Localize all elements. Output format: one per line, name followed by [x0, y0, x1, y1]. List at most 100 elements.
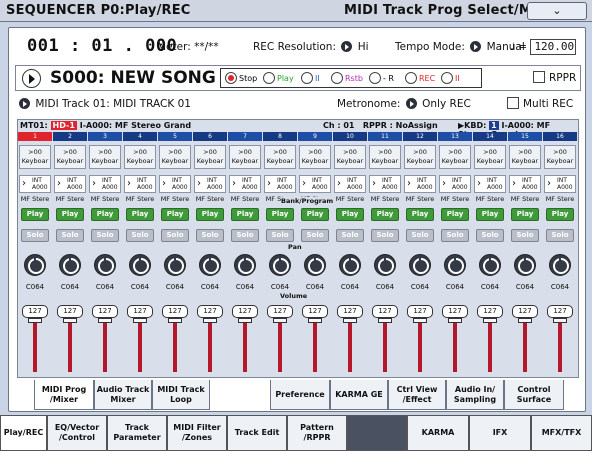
solo-button[interactable]: Solo — [336, 229, 364, 242]
fader-handle[interactable] — [273, 318, 287, 323]
song-name[interactable]: S000: NEW SONG — [50, 68, 216, 88]
pan-knob-icon[interactable] — [549, 254, 571, 276]
bank-button[interactable]: >00 Keyboar — [19, 145, 51, 169]
fader-handle[interactable] — [28, 318, 42, 323]
transport-play[interactable]: Play — [263, 72, 294, 84]
bank-button[interactable]: >00 Keyboar — [194, 145, 226, 169]
volume-value[interactable]: 127 — [127, 305, 153, 318]
fader-handle[interactable] — [518, 318, 532, 323]
program-select-button[interactable]: › INT A000 — [19, 175, 51, 193]
solo-button[interactable]: Solo — [231, 229, 259, 242]
program-select-button[interactable]: › INT A000 — [404, 175, 436, 193]
fader-handle[interactable] — [168, 318, 182, 323]
tab-track-edit[interactable]: Track Edit — [227, 415, 287, 451]
solo-button[interactable]: Solo — [511, 229, 539, 242]
volume-fader[interactable] — [173, 320, 177, 372]
program-select-button[interactable]: › INT A000 — [124, 175, 156, 193]
transport-rec[interactable]: REC — [405, 72, 435, 84]
program-select-button[interactable]: › INT A000 — [264, 175, 296, 193]
pan-knob-icon[interactable] — [94, 254, 116, 276]
volume-value[interactable]: 127 — [267, 305, 293, 318]
track-number-10[interactable]: 10 — [333, 132, 368, 141]
solo-button[interactable]: Solo — [161, 229, 189, 242]
volume-fader[interactable] — [418, 320, 422, 372]
fader-handle[interactable] — [448, 318, 462, 323]
track-number-4[interactable]: 4 — [123, 132, 158, 141]
pan-knob-icon[interactable] — [199, 254, 221, 276]
track-number-15[interactable]: 15 — [508, 132, 543, 141]
fader-handle[interactable] — [238, 318, 252, 323]
pan-knob-icon[interactable] — [479, 254, 501, 276]
volume-fader[interactable] — [278, 320, 282, 372]
volume-value[interactable]: 127 — [337, 305, 363, 318]
pan-knob-icon[interactable] — [164, 254, 186, 276]
pan-knob-icon[interactable] — [339, 254, 361, 276]
play-button[interactable]: Play — [161, 208, 189, 221]
solo-button[interactable]: Solo — [21, 229, 49, 242]
track-number-11[interactable]: 11 — [368, 132, 403, 141]
fader-handle[interactable] — [308, 318, 322, 323]
volume-fader[interactable] — [103, 320, 107, 372]
pan-knob-icon[interactable] — [409, 254, 431, 276]
tab-play-rec[interactable]: Play/REC — [0, 415, 47, 451]
tab-control-surface[interactable]: Control Surface — [504, 380, 564, 410]
solo-button[interactable]: Solo — [441, 229, 469, 242]
bank-button[interactable]: >00 Keyboar — [544, 145, 576, 169]
pan-knob-icon[interactable] — [374, 254, 396, 276]
fader-handle[interactable] — [343, 318, 357, 323]
fader-handle[interactable] — [413, 318, 427, 323]
volume-value[interactable]: 127 — [372, 305, 398, 318]
transport-stop[interactable]: Stop — [225, 72, 257, 84]
tab-audio-in-sampling[interactable]: Audio In/ Sampling — [446, 380, 504, 410]
track-number-7[interactable]: 7 — [228, 132, 263, 141]
volume-fader[interactable] — [453, 320, 457, 372]
volume-value[interactable]: 127 — [442, 305, 468, 318]
bank-button[interactable]: >00 Keyboar — [299, 145, 331, 169]
volume-fader[interactable] — [68, 320, 72, 372]
play-button[interactable]: Play — [126, 208, 154, 221]
fader-handle[interactable] — [203, 318, 217, 323]
play-button[interactable]: Play — [406, 208, 434, 221]
pan-knob-icon[interactable] — [59, 254, 81, 276]
pan-knob-icon[interactable] — [514, 254, 536, 276]
program-select-button[interactable]: › INT A000 — [89, 175, 121, 193]
play-button[interactable]: Play — [546, 208, 574, 221]
play-button[interactable]: Play — [371, 208, 399, 221]
song-select-button[interactable] — [22, 69, 41, 88]
tab-midi-filter-zones[interactable]: MIDI Filter /Zones — [167, 415, 227, 451]
play-button[interactable]: Play — [196, 208, 224, 221]
volume-fader[interactable] — [33, 320, 37, 372]
volume-value[interactable]: 127 — [407, 305, 433, 318]
track-number-12[interactable]: 12 — [403, 132, 438, 141]
pan-knob-icon[interactable] — [269, 254, 291, 276]
volume-value[interactable]: 127 — [547, 305, 573, 318]
tab-eq-vector-control[interactable]: EQ/Vector /Control — [47, 415, 107, 451]
volume-fader[interactable] — [243, 320, 247, 372]
bank-button[interactable]: >00 Keyboar — [124, 145, 156, 169]
location-counter[interactable]: 001 : 01 . 000 — [27, 36, 177, 56]
volume-value[interactable]: 127 — [92, 305, 118, 318]
tab-pattern-rppr[interactable]: Pattern /RPPR — [287, 415, 347, 451]
tab-ifx[interactable]: IFX — [469, 415, 531, 451]
bank-button[interactable]: >00 Keyboar — [439, 145, 471, 169]
bank-button[interactable]: >00 Keyboar — [404, 145, 436, 169]
tab-karma-ge[interactable]: KARMA GE — [330, 380, 388, 410]
tab-ctrl-view-effect[interactable]: Ctrl View /Effect — [388, 380, 446, 410]
solo-button[interactable]: Solo — [371, 229, 399, 242]
track-number-9[interactable]: 9 — [298, 132, 333, 141]
volume-fader[interactable] — [383, 320, 387, 372]
volume-fader[interactable] — [523, 320, 527, 372]
solo-button[interactable]: Solo — [126, 229, 154, 242]
bank-button[interactable]: >00 Keyboar — [264, 145, 296, 169]
bank-button[interactable]: >00 Keyboar — [159, 145, 191, 169]
bank-button[interactable]: >00 Keyboar — [54, 145, 86, 169]
rppr-checkbox[interactable]: RPPR — [533, 71, 576, 84]
solo-button[interactable]: Solo — [301, 229, 329, 242]
tab-midi-prog-mixer[interactable]: MIDI Prog /Mixer — [34, 380, 94, 410]
track-number-3[interactable]: 3 — [88, 132, 123, 141]
play-button[interactable]: Play — [511, 208, 539, 221]
play-button[interactable]: Play — [21, 208, 49, 221]
tab-audio-track-mixer[interactable]: Audio Track Mixer — [94, 380, 152, 410]
play-button[interactable]: Play — [56, 208, 84, 221]
fader-handle[interactable] — [133, 318, 147, 323]
